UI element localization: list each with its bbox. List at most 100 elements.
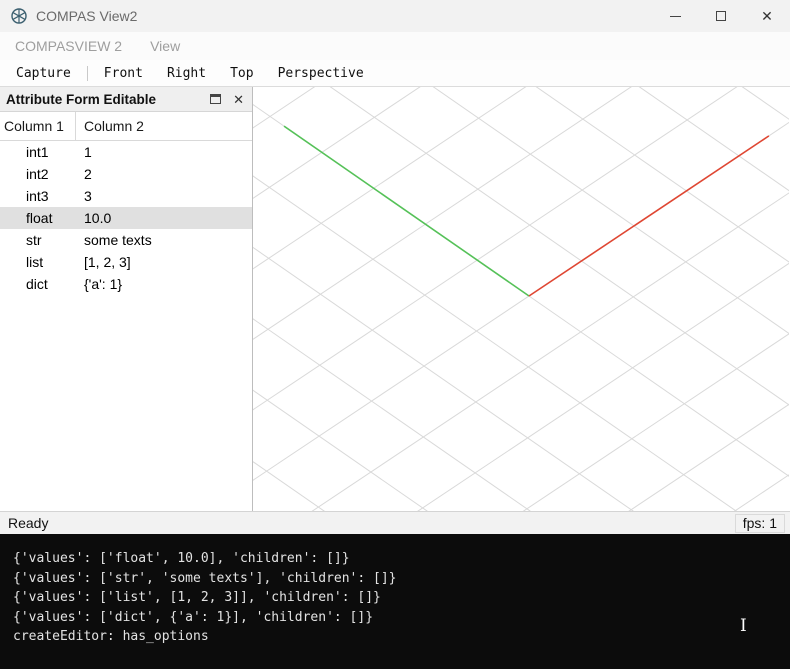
grid-line	[253, 246, 634, 511]
close-icon: ✕	[761, 8, 773, 24]
row-key: int1	[26, 144, 49, 160]
grid-line	[253, 87, 738, 411]
close-button[interactable]: ✕	[744, 0, 790, 32]
console-line: {'values': ['str', 'some texts'], 'child…	[13, 570, 397, 586]
grid-line	[311, 192, 789, 511]
attribute-form-panel: Attribute Form Editable ✕ Column 1 Colum…	[0, 87, 253, 511]
column2-header[interactable]: Column 2	[76, 112, 144, 140]
grid-line	[253, 119, 789, 511]
panel-close-icon[interactable]: ✕	[233, 93, 244, 106]
table-row[interactable]: str some texts	[0, 229, 252, 251]
grid-line	[253, 87, 789, 511]
toolbar-separator	[86, 65, 88, 81]
panel-title: Attribute Form Editable	[6, 91, 157, 107]
grid-line	[253, 461, 325, 511]
row-value[interactable]: 1	[76, 144, 92, 160]
grid-line	[741, 87, 789, 120]
row-key: dict	[26, 276, 48, 292]
grid-line	[253, 87, 421, 199]
grid-line	[253, 87, 789, 511]
minimize-icon	[669, 15, 681, 17]
table-row[interactable]: dict {'a': 1}	[0, 273, 252, 295]
maximize-icon	[716, 11, 726, 21]
grid-line	[253, 121, 789, 481]
grid-line	[253, 87, 789, 511]
fps-counter: fps: 1	[734, 513, 785, 533]
grid-line	[733, 474, 789, 511]
console-line: createEditor: has_options	[13, 629, 209, 644]
grid-line	[253, 87, 789, 511]
column1-header[interactable]: Column 1	[0, 112, 76, 140]
row-key: int3	[26, 188, 49, 204]
row-value[interactable]: 3	[76, 188, 92, 204]
grid-line	[253, 318, 531, 511]
grid-line	[535, 87, 789, 263]
text-cursor-ibeam: I	[740, 616, 747, 636]
grid-line	[522, 333, 789, 511]
row-key: int2	[26, 166, 49, 182]
status-message: Ready	[8, 515, 49, 531]
window-title: COMPAS View2	[36, 8, 138, 24]
grid-line	[253, 389, 428, 511]
menu-item-view[interactable]: View	[144, 38, 186, 54]
console-output[interactable]: {'values': ['float', 10.0], 'children': …	[0, 534, 790, 669]
status-bar: Ready fps: 1	[0, 511, 790, 534]
grid-line	[417, 262, 789, 511]
grid-line	[329, 87, 789, 406]
table-row[interactable]: int3 3	[0, 185, 252, 207]
row-key: str	[26, 232, 42, 248]
grid-line	[253, 87, 789, 511]
grid-line	[253, 87, 316, 129]
title-bar: COMPAS View2 ✕	[0, 0, 790, 32]
grid-line	[253, 87, 789, 511]
console-line: {'values': ['list', [1, 2, 3]], 'childre…	[13, 590, 381, 605]
row-value[interactable]: 10.0	[76, 210, 111, 226]
maximize-button[interactable]	[698, 0, 744, 32]
perspective-view-button[interactable]: Perspective	[266, 63, 376, 84]
row-value[interactable]: {'a': 1}	[76, 276, 122, 292]
viewport-grid	[253, 87, 789, 511]
window-controls: ✕	[652, 0, 790, 32]
front-view-button[interactable]: Front	[92, 63, 155, 84]
table-row[interactable]: float 10.0	[0, 207, 252, 229]
grid-line	[262, 87, 789, 494]
grid-line	[253, 87, 632, 340]
table-row[interactable]: list [1, 2, 3]	[0, 251, 252, 273]
main-area: Attribute Form Editable ✕ Column 1 Colum…	[0, 86, 790, 511]
panel-header[interactable]: Attribute Form Editable ✕	[0, 87, 252, 112]
viewport-3d[interactable]	[253, 87, 790, 511]
capture-button[interactable]: Capture	[4, 63, 83, 84]
panel-header-buttons: ✕	[210, 93, 244, 106]
grid-line	[253, 104, 789, 477]
grid-line	[253, 87, 527, 270]
table-row[interactable]: int2 2	[0, 163, 252, 185]
grid-line	[638, 87, 789, 192]
grid-line	[253, 87, 789, 511]
app-logo-icon	[10, 7, 28, 25]
menu-item-compasview2[interactable]: COMPASVIEW 2	[9, 38, 128, 54]
row-key: float	[26, 210, 53, 226]
row-value[interactable]: 2	[76, 166, 92, 182]
grid-line	[253, 175, 737, 511]
grid-line	[253, 87, 789, 511]
red-axis-line	[528, 135, 770, 297]
table-body: int1 1 int2 2 int3 3 float 10.0 str some…	[0, 141, 252, 511]
table-row[interactable]: int1 1	[0, 141, 252, 163]
console-line: {'values': ['float', 10.0], 'children': …	[13, 551, 350, 566]
row-value[interactable]: some texts	[76, 232, 152, 248]
grid-line	[432, 87, 789, 335]
console-line: {'values': ['dict', {'a': 1}], 'children…	[13, 609, 374, 625]
float-panel-icon[interactable]	[210, 94, 222, 104]
grid-line	[253, 87, 789, 511]
minimize-button[interactable]	[652, 0, 698, 32]
menu-bar: COMPASVIEW 2 View	[0, 32, 790, 60]
table-header: Column 1 Column 2	[0, 112, 252, 141]
grid-line	[253, 87, 789, 511]
green-axis-line	[283, 125, 530, 297]
row-value[interactable]: [1, 2, 3]	[76, 254, 131, 270]
toolbar: Capture Front Right Top Perspective	[0, 60, 790, 86]
top-view-button[interactable]: Top	[218, 63, 265, 84]
right-view-button[interactable]: Right	[155, 63, 218, 84]
grid-line	[253, 87, 789, 511]
row-key: list	[26, 254, 44, 270]
